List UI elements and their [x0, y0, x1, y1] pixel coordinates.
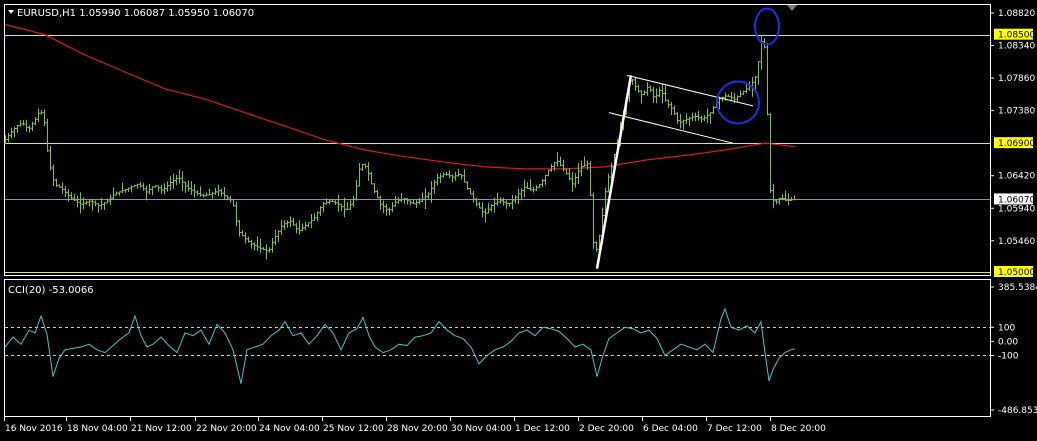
time-tick-label: 22 Nov 20:00 [196, 424, 257, 434]
time-tick-label: 18 Nov 04:00 [67, 424, 128, 434]
symbol-header: EURUSD,H1 1.05990 1.06087 1.05950 1.0607… [17, 8, 254, 19]
time-tick-label: 8 Dec 20:00 [771, 424, 826, 434]
price-tick-label: 1.07860 [998, 74, 1035, 84]
time-tick-label: 24 Nov 04:00 [259, 424, 320, 434]
price-tick-label: 1.06420 [998, 172, 1035, 182]
cci-tick-label: -486.853 [998, 406, 1037, 416]
time-tick-label: 1 Dec 12:00 [515, 424, 570, 434]
cci-tick-label: 385.5384 [998, 283, 1037, 293]
trading-chart: 1.08820 1.08340 1.07860 1.07380 1.06420 1.059… [0, 0, 1037, 441]
current-price-label: 1.06070 [998, 195, 1035, 205]
price-tick-label: 1.05940 [998, 204, 1035, 214]
time-tick-label: 2 Dec 20:00 [579, 424, 634, 434]
price-tick-label: 1.08340 [998, 42, 1035, 52]
cci-header: CCI(20) -53.0066 [8, 285, 94, 296]
time-tick-label: 7 Dec 12:00 [707, 424, 762, 434]
price-tick-label: 1.08820 [998, 9, 1035, 19]
time-tick-label: 16 Nov 2016 [5, 424, 63, 434]
cci-tick-label: 0.00 [998, 337, 1018, 347]
price-tick-label: 1.07380 [998, 107, 1035, 117]
level-price-label: 1.08500 [998, 31, 1035, 41]
time-tick-label: 30 Nov 04:00 [451, 424, 512, 434]
time-tick-label: 28 Nov 20:00 [387, 424, 448, 434]
price-tick-label: 1.05460 [998, 237, 1035, 247]
level-price-label: 1.05000 [998, 268, 1035, 278]
cci-tick-label: 100 [998, 323, 1015, 333]
time-tick-label: 25 Nov 12:00 [323, 424, 384, 434]
level-price-label: 1.06900 [998, 139, 1035, 149]
cci-tick-label: -100 [998, 351, 1019, 361]
time-tick-label: 21 Nov 12:00 [131, 424, 192, 434]
time-tick-label: 6 Dec 04:00 [643, 424, 698, 434]
